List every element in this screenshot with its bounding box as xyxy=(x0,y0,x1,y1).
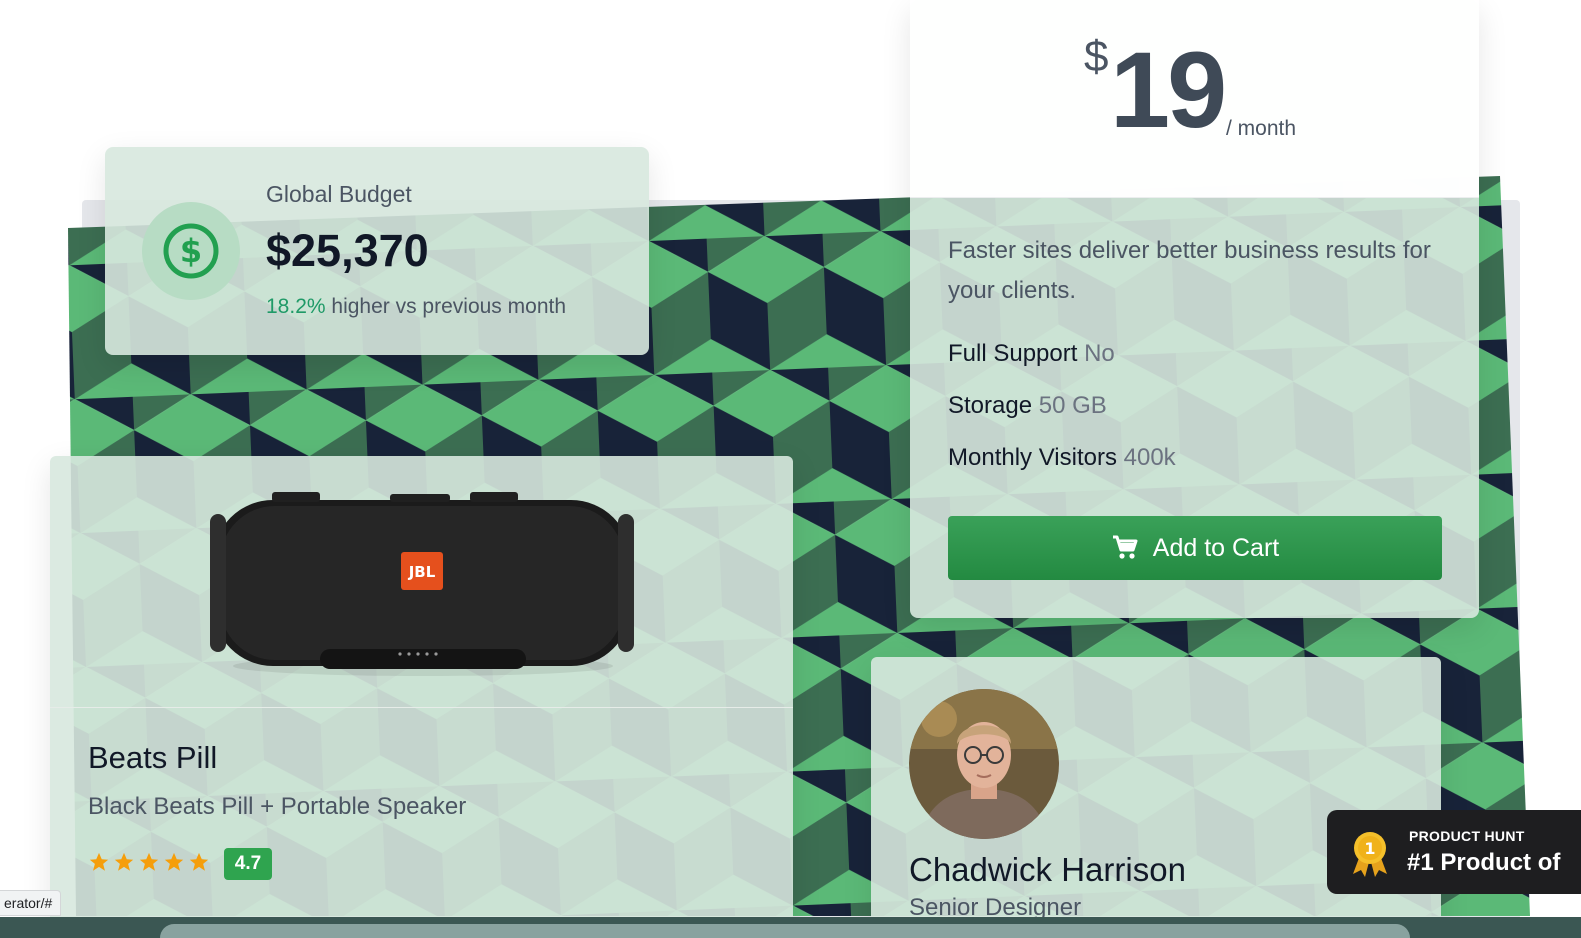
bottom-strip xyxy=(0,917,1581,938)
product-image[interactable]: JBL xyxy=(50,456,793,708)
feature-monthly-visitors: Monthly Visitors 400k xyxy=(948,444,1176,472)
medal-icon: 1 xyxy=(1353,832,1387,877)
cart-icon xyxy=(1112,535,1138,559)
star-icon xyxy=(164,852,184,871)
product-subtitle: Black Beats Pill + Portable Speaker xyxy=(88,793,467,820)
bottom-pill xyxy=(160,924,1410,938)
pricing-description: Faster sites deliver better business res… xyxy=(948,237,1431,304)
feature-value: 400k xyxy=(1123,444,1176,471)
status-bar-url: erator/# xyxy=(0,890,62,916)
feature-storage: Storage 50 GB xyxy=(948,392,1107,420)
budget-change-text: higher vs previous month xyxy=(331,295,567,318)
profile-card: Chadwick Harrison Senior Designer xyxy=(871,657,1441,938)
product-hunt-badge[interactable]: 1 PRODUCT HUNT #1 Product of xyxy=(1327,810,1581,894)
profile-name: Chadwick Harrison xyxy=(909,851,1186,888)
pricing-card: $ 19 / month Faster sites deliver better… xyxy=(910,0,1479,618)
budget-change-percent: 18.2% xyxy=(266,295,326,318)
rating-stars xyxy=(88,851,210,873)
feature-value: No xyxy=(1084,340,1115,367)
product-card: JBL Beats Pill Black Beats Pill + Portab… xyxy=(50,456,793,926)
budget-amount: $25,370 xyxy=(266,225,429,276)
price-period: / month xyxy=(1226,117,1297,140)
feature-label: Full Support xyxy=(948,340,1078,367)
pricing-header: $ 19 / month xyxy=(910,0,1479,198)
medal-number: 1 xyxy=(1364,839,1375,858)
budget-label: Global Budget xyxy=(266,181,412,207)
svg-text:$: $ xyxy=(180,232,202,270)
speaker-image: JBL xyxy=(210,492,634,676)
product-hunt-kicker: PRODUCT HUNT xyxy=(1409,828,1525,844)
app-stage: $ Global Budget $25,370 18.2% higher vs … xyxy=(0,0,1581,938)
jbl-logo-text: JBL xyxy=(408,563,436,581)
product-title[interactable]: Beats Pill xyxy=(88,740,217,776)
avatar xyxy=(909,689,1059,839)
star-icon xyxy=(114,852,134,871)
dollar-circle-icon: $ xyxy=(142,202,240,300)
star-icon xyxy=(139,852,159,871)
feature-label: Storage xyxy=(948,392,1033,419)
price-amount: 19 xyxy=(1110,29,1227,150)
feature-value: 50 GB xyxy=(1038,392,1107,419)
product-hunt-title: #1 Product of xyxy=(1407,849,1561,876)
star-icon xyxy=(189,852,209,871)
budget-change: 18.2% higher vs previous month xyxy=(266,295,566,319)
rating-badge: 4.7 xyxy=(224,848,272,880)
add-to-cart-label: Add to Cart xyxy=(1152,533,1280,562)
feature-label: Monthly Visitors xyxy=(948,444,1117,471)
price-currency: $ xyxy=(1084,32,1109,81)
feature-full-support: Full Support No xyxy=(948,340,1115,368)
add-to-cart-button[interactable]: Add to Cart xyxy=(948,516,1442,580)
star-icon xyxy=(89,852,109,871)
budget-card: $ Global Budget $25,370 18.2% higher vs … xyxy=(105,147,649,355)
